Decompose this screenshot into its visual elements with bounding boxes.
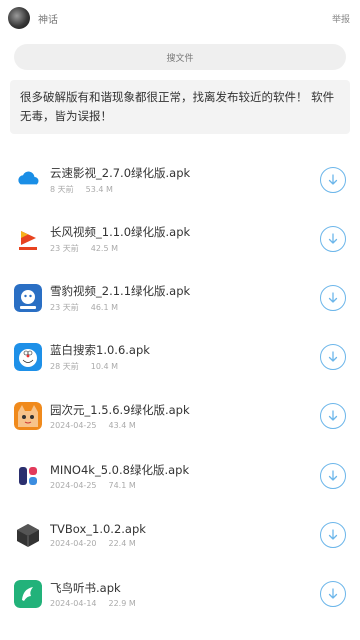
file-meta: 23 天前 46.1 M [50, 302, 320, 313]
file-meta: 8 天前 53.4 M [50, 184, 320, 195]
download-arrow-icon [328, 173, 338, 185]
report-button[interactable]: 举报 [332, 12, 350, 25]
file-meta: 2024-04-25 43.4 M [50, 421, 320, 430]
file-date: 23 天前 [50, 243, 79, 253]
mino-app-icon [14, 461, 42, 490]
download-button[interactable] [320, 580, 346, 607]
file-meta: 2024-04-25 74.1 M [50, 481, 320, 490]
file-info: 云速影视_2.7.0绿化版.apk 8 天前 53.4 M [50, 165, 320, 195]
file-info: 园次元_1.5.6.9绿化版.apk 2024-04-25 43.4 M [50, 402, 320, 430]
download-button[interactable] [320, 284, 346, 311]
download-button[interactable] [320, 403, 346, 430]
download-arrow-icon [328, 588, 338, 599]
notice-banner: 很多破解版有和谐现象都很正常，找离发布较近的软件！ 软件无毒，皆为误报！ [10, 80, 350, 134]
file-date: 2024-04-25 [50, 480, 97, 490]
file-name[interactable]: 云速影视_2.7.0绿化版.apk [50, 165, 320, 181]
file-name[interactable]: 蓝白搜索1.0.6.apk [50, 342, 320, 358]
file-list-item[interactable]: MINO4k_5.0.8绿化版.apk 2024-04-25 74.1 M [0, 446, 360, 505]
cloud-app-icon [14, 166, 42, 194]
file-size: 43.4 M [108, 421, 136, 431]
file-list-item[interactable]: 飞鸟听书.apk 2024-04-14 22.9 M [0, 564, 360, 623]
file-meta: 28 天前 10.4 M [50, 361, 320, 372]
file-list-item[interactable]: 云速影视_2.7.0绿化版.apk 8 天前 53.4 M [0, 150, 360, 209]
file-list-item[interactable]: 园次元_1.5.6.9绿化版.apk 2024-04-25 43.4 M [0, 387, 360, 446]
file-size: 22.9 M [108, 598, 136, 608]
avatar[interactable] [8, 7, 30, 29]
file-name[interactable]: 飞鸟听书.apk [50, 580, 320, 596]
file-name[interactable]: 长风视频_1.1.0绿化版.apk [50, 224, 320, 240]
download-arrow-icon [328, 233, 338, 244]
file-info: TVBox_1.0.2.apk 2024-04-20 22.4 M [50, 522, 320, 548]
file-date: 28 天前 [50, 362, 79, 372]
download-arrow-icon [328, 292, 338, 303]
file-list-item[interactable]: 长风视频_1.1.0绿化版.apk 23 天前 42.5 M [0, 209, 360, 268]
download-arrow-icon [328, 410, 338, 421]
file-size: 42.5 M [90, 243, 118, 253]
file-size: 74.1 M [108, 480, 136, 490]
search-files-button[interactable]: 搜文件 [14, 44, 346, 70]
download-button[interactable] [320, 521, 346, 548]
play-app-icon [14, 224, 42, 253]
download-arrow-icon [328, 351, 338, 362]
file-date: 2024-04-25 [50, 421, 97, 431]
download-arrow-icon [328, 529, 338, 540]
file-name[interactable]: 园次元_1.5.6.9绿化版.apk [50, 402, 320, 418]
page-title: 神话 [38, 14, 58, 26]
file-meta: 2024-04-20 22.4 M [50, 539, 320, 548]
file-name[interactable]: MINO4k_5.0.8绿化版.apk [50, 462, 320, 478]
top-bar: 神话 举报 [0, 0, 360, 36]
cube-app-icon [14, 520, 42, 549]
file-date: 2024-04-20 [50, 538, 97, 548]
file-date: 8 天前 [50, 184, 74, 194]
anime-app-icon [14, 402, 42, 431]
leopard-app-icon [14, 283, 42, 312]
file-list-item[interactable]: 雪豹视频_2.1.1绿化版.apk 23 天前 46.1 M [0, 268, 360, 327]
download-button[interactable] [320, 225, 346, 252]
file-meta: 2024-04-14 22.9 M [50, 599, 320, 608]
file-size: 10.4 M [90, 362, 118, 372]
notice-text: 很多破解版有和谐现象都很正常，找离发布较近的软件！ 软件无毒，皆为误报！ [20, 90, 335, 123]
bird-app-icon [14, 579, 42, 608]
file-name[interactable]: TVBox_1.0.2.apk [50, 522, 320, 536]
download-button[interactable] [320, 462, 346, 489]
file-date: 2024-04-14 [50, 598, 97, 608]
download-button[interactable] [320, 344, 346, 371]
file-info: 雪豹视频_2.1.1绿化版.apk 23 天前 46.1 M [50, 283, 320, 313]
file-list-item[interactable]: TVBox_1.0.2.apk 2024-04-20 22.4 M [0, 505, 360, 564]
file-name[interactable]: 雪豹视频_2.1.1绿化版.apk [50, 283, 320, 299]
file-info: MINO4k_5.0.8绿化版.apk 2024-04-25 74.1 M [50, 462, 320, 490]
file-info: 长风视频_1.1.0绿化版.apk 23 天前 42.5 M [50, 224, 320, 254]
search-area: 搜文件 [0, 36, 360, 70]
file-meta: 23 天前 42.5 M [50, 243, 320, 254]
file-info: 飞鸟听书.apk 2024-04-14 22.9 M [50, 580, 320, 608]
file-info: 蓝白搜索1.0.6.apk 28 天前 10.4 M [50, 342, 320, 372]
file-size: 53.4 M [85, 184, 113, 194]
download-arrow-icon [328, 469, 338, 481]
file-size: 22.4 M [108, 538, 136, 548]
download-button[interactable] [320, 166, 346, 193]
doraemon-app-icon [14, 343, 42, 372]
file-date: 23 天前 [50, 302, 79, 312]
file-list-item[interactable]: 蓝白搜索1.0.6.apk 28 天前 10.4 M [0, 328, 360, 387]
file-size: 46.1 M [90, 302, 118, 312]
